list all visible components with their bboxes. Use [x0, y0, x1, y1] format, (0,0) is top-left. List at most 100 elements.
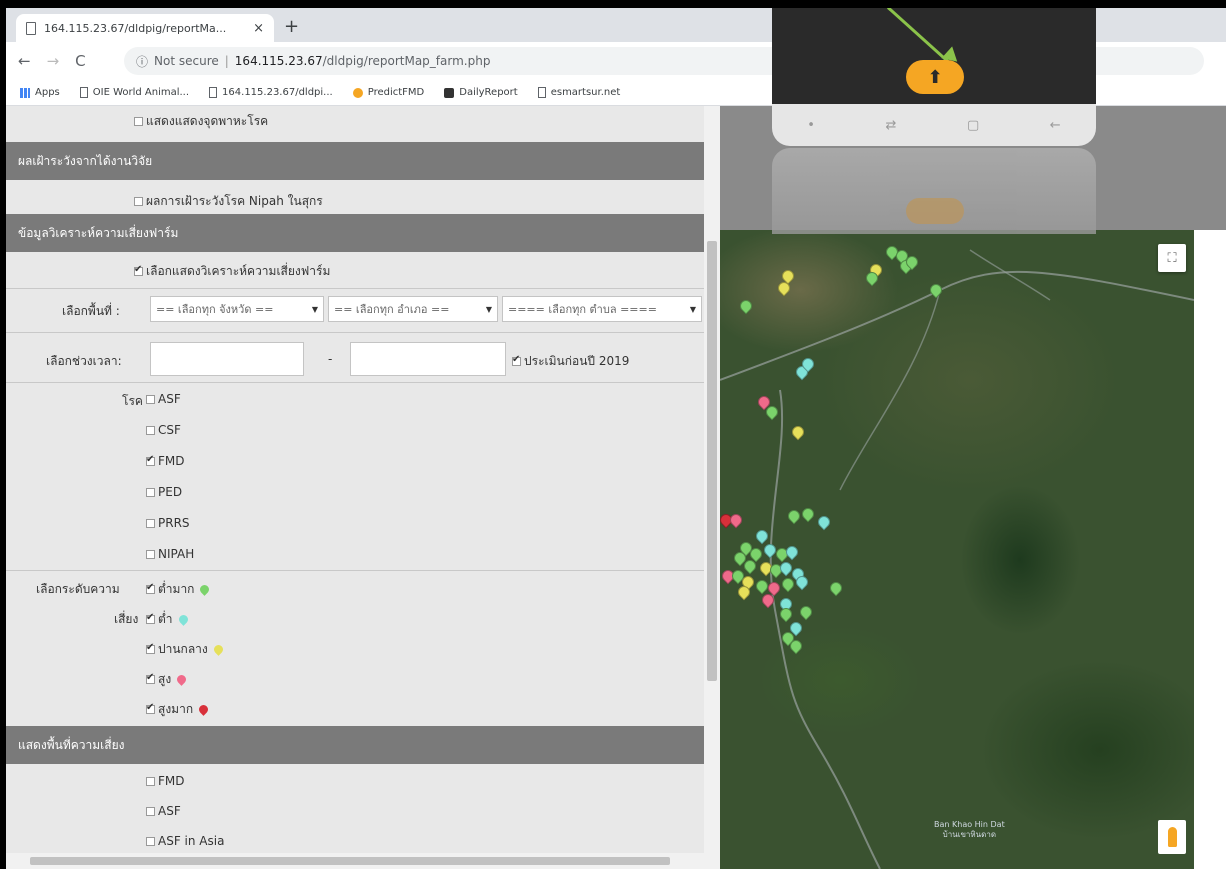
cloud-upload-icon[interactable]: ⬆ [906, 60, 964, 94]
satellite-map[interactable]: ⛶ Ban Khao Hin Dat บ้านเขาหินดาด [720, 230, 1194, 869]
scroll-thumb[interactable] [707, 241, 717, 681]
page-icon [26, 21, 36, 35]
chevron-down-icon: ▼ [689, 304, 696, 314]
risk-toggle-checkbox[interactable] [134, 264, 143, 276]
pegman-icon [1167, 827, 1177, 847]
disease-checkbox[interactable] [146, 426, 155, 435]
subdistrict-select[interactable]: ==== เลือกทุก ตำบล ==== ▼ [502, 296, 702, 322]
pegman-button[interactable] [1158, 820, 1186, 854]
recents-icon[interactable]: ⇄ [885, 118, 896, 133]
home-icon[interactable]: ▢ [967, 118, 979, 133]
bookmark-oie[interactable]: OIE World Animal... [79, 87, 189, 98]
risk-level-checkbox[interactable] [146, 642, 155, 654]
info-icon[interactable]: ⓘ [136, 53, 148, 70]
section-area: แสดงพื้นที่ความเสี่ยง [6, 726, 704, 764]
risk-level-item[interactable]: ต่ำ [146, 610, 190, 629]
url-path: /dldpig/reportMap_farm.php [322, 54, 491, 68]
period-label: เลือกช่วงเวลา: [46, 354, 122, 368]
phone-overlay: ⬆ • ⇄ ▢ ← [772, 8, 1096, 146]
back-icon[interactable]: ← [18, 52, 31, 70]
start-date-field[interactable] [150, 342, 304, 376]
section-surveillance: ผลเฝ้าระวังจากได้งานวิจัย [6, 142, 704, 180]
section-risk: ข้อมูลวิเคราะห์ความเสี่ยงฟาร์ม [6, 214, 704, 252]
place-label: Ban Khao Hin Dat บ้านเขาหินดาด [934, 820, 1005, 839]
browser-tab[interactable]: 164.115.23.67/dldpig/reportMa... × [16, 14, 274, 42]
disease-checkbox[interactable] [146, 519, 155, 528]
screenshot: 164.115.23.67/dldpig/reportMa... × + ← →… [6, 8, 1226, 869]
nipah-item[interactable]: ผลการเฝ้าระวังโรค Nipah ในสุกร [134, 192, 323, 211]
bookmark-esmartsur[interactable]: esmartsur.net [537, 87, 620, 98]
risk-level-item[interactable]: สูง [146, 670, 189, 689]
fullscreen-icon: ⛶ [1167, 250, 1177, 266]
marker-icon [176, 613, 190, 626]
risk-level-label-2: เสี่ยง [114, 612, 139, 626]
chevron-down-icon: ▼ [485, 304, 492, 314]
new-tab-button[interactable]: + [284, 16, 299, 37]
url-host: 164.115.23.67 [234, 54, 323, 68]
divider [6, 332, 704, 333]
disease-item[interactable]: ASF [146, 392, 181, 406]
province-select[interactable]: == เลือกทุก จังหวัด == ▼ [150, 296, 324, 322]
divider: | [224, 54, 229, 68]
disease-item[interactable]: PRRS [146, 516, 190, 530]
chevron-down-icon: ▼ [311, 304, 318, 314]
district-select[interactable]: == เลือกทุก อำเภอ == ▼ [328, 296, 498, 322]
dailyreport-icon [444, 87, 455, 98]
vector-layer-item[interactable]: แสดงแสดงจุดพาหะโรค [134, 112, 268, 131]
forward-icon[interactable]: → [47, 52, 60, 70]
fullscreen-button[interactable]: ⛶ [1158, 244, 1186, 272]
risk-level-checkbox[interactable] [146, 582, 155, 594]
area-layer-checkbox[interactable] [146, 837, 155, 846]
reload-icon[interactable]: C [75, 52, 85, 70]
nipah-checkbox[interactable] [134, 197, 143, 206]
disease-checkbox[interactable] [146, 488, 155, 497]
risk-toggle-item[interactable]: เลือกแสดงวิเคราะห์ความเสี่ยงฟาร์ม [134, 262, 330, 281]
tab-title: 164.115.23.67/dldpig/reportMa... [44, 21, 227, 35]
before-year-item[interactable]: ประเมินก่อนปี 2019 [512, 352, 629, 371]
vertical-scrollbar[interactable] [704, 106, 720, 869]
marker-icon [198, 583, 212, 596]
area-layer-checkbox[interactable] [146, 807, 155, 816]
risk-level-checkbox[interactable] [146, 612, 155, 624]
cloud-reflection [906, 198, 964, 224]
page-icon [79, 87, 88, 98]
area-label: เลือกพื้นที่ : [62, 304, 120, 318]
disease-checkbox[interactable] [146, 395, 155, 404]
risk-level-item[interactable]: ต่ำมาก [146, 580, 212, 599]
divider [6, 288, 704, 289]
disease-item[interactable]: CSF [146, 423, 181, 437]
back-icon[interactable]: ← [1050, 118, 1061, 133]
predictfmd-icon [352, 87, 363, 98]
bookmark-apps[interactable]: Apps [20, 87, 60, 98]
area-layer-checkbox[interactable] [146, 777, 155, 786]
vector-layer-checkbox[interactable] [134, 117, 143, 126]
page-icon [209, 87, 218, 98]
risk-level-checkbox[interactable] [146, 702, 155, 714]
risk-level-item[interactable]: ปานกลาง [146, 640, 225, 659]
disease-item[interactable]: NIPAH [146, 547, 194, 561]
apps-icon [20, 87, 30, 98]
close-icon[interactable]: × [253, 21, 264, 36]
bookmark-dldpig[interactable]: 164.115.23.67/dldpi... [209, 87, 333, 98]
phone-reflection [772, 148, 1096, 234]
scroll-thumb[interactable] [30, 857, 670, 865]
marker-icon [175, 673, 189, 686]
risk-level-checkbox[interactable] [146, 672, 155, 684]
disease-item[interactable]: PED [146, 485, 182, 499]
disease-item[interactable]: FMD [146, 454, 185, 468]
horizontal-scrollbar[interactable] [6, 853, 704, 869]
area-layer-item[interactable]: ASF in Asia [146, 834, 224, 848]
divider [6, 570, 704, 571]
disease-checkbox[interactable] [146, 550, 155, 559]
end-date-field[interactable] [350, 342, 506, 376]
dot-icon[interactable]: • [807, 118, 815, 133]
risk-level-item[interactable]: สูงมาก [146, 700, 210, 719]
area-layer-item[interactable]: FMD [146, 774, 185, 788]
divider [6, 382, 704, 383]
disease-checkbox[interactable] [146, 454, 155, 466]
area-layer-item[interactable]: ASF [146, 804, 181, 818]
before-year-checkbox[interactable] [512, 354, 521, 366]
bookmark-predictfmd[interactable]: PredictFMD [352, 87, 424, 98]
bookmark-dailyreport[interactable]: DailyReport [444, 87, 518, 98]
disease-label: โรค [122, 394, 143, 408]
